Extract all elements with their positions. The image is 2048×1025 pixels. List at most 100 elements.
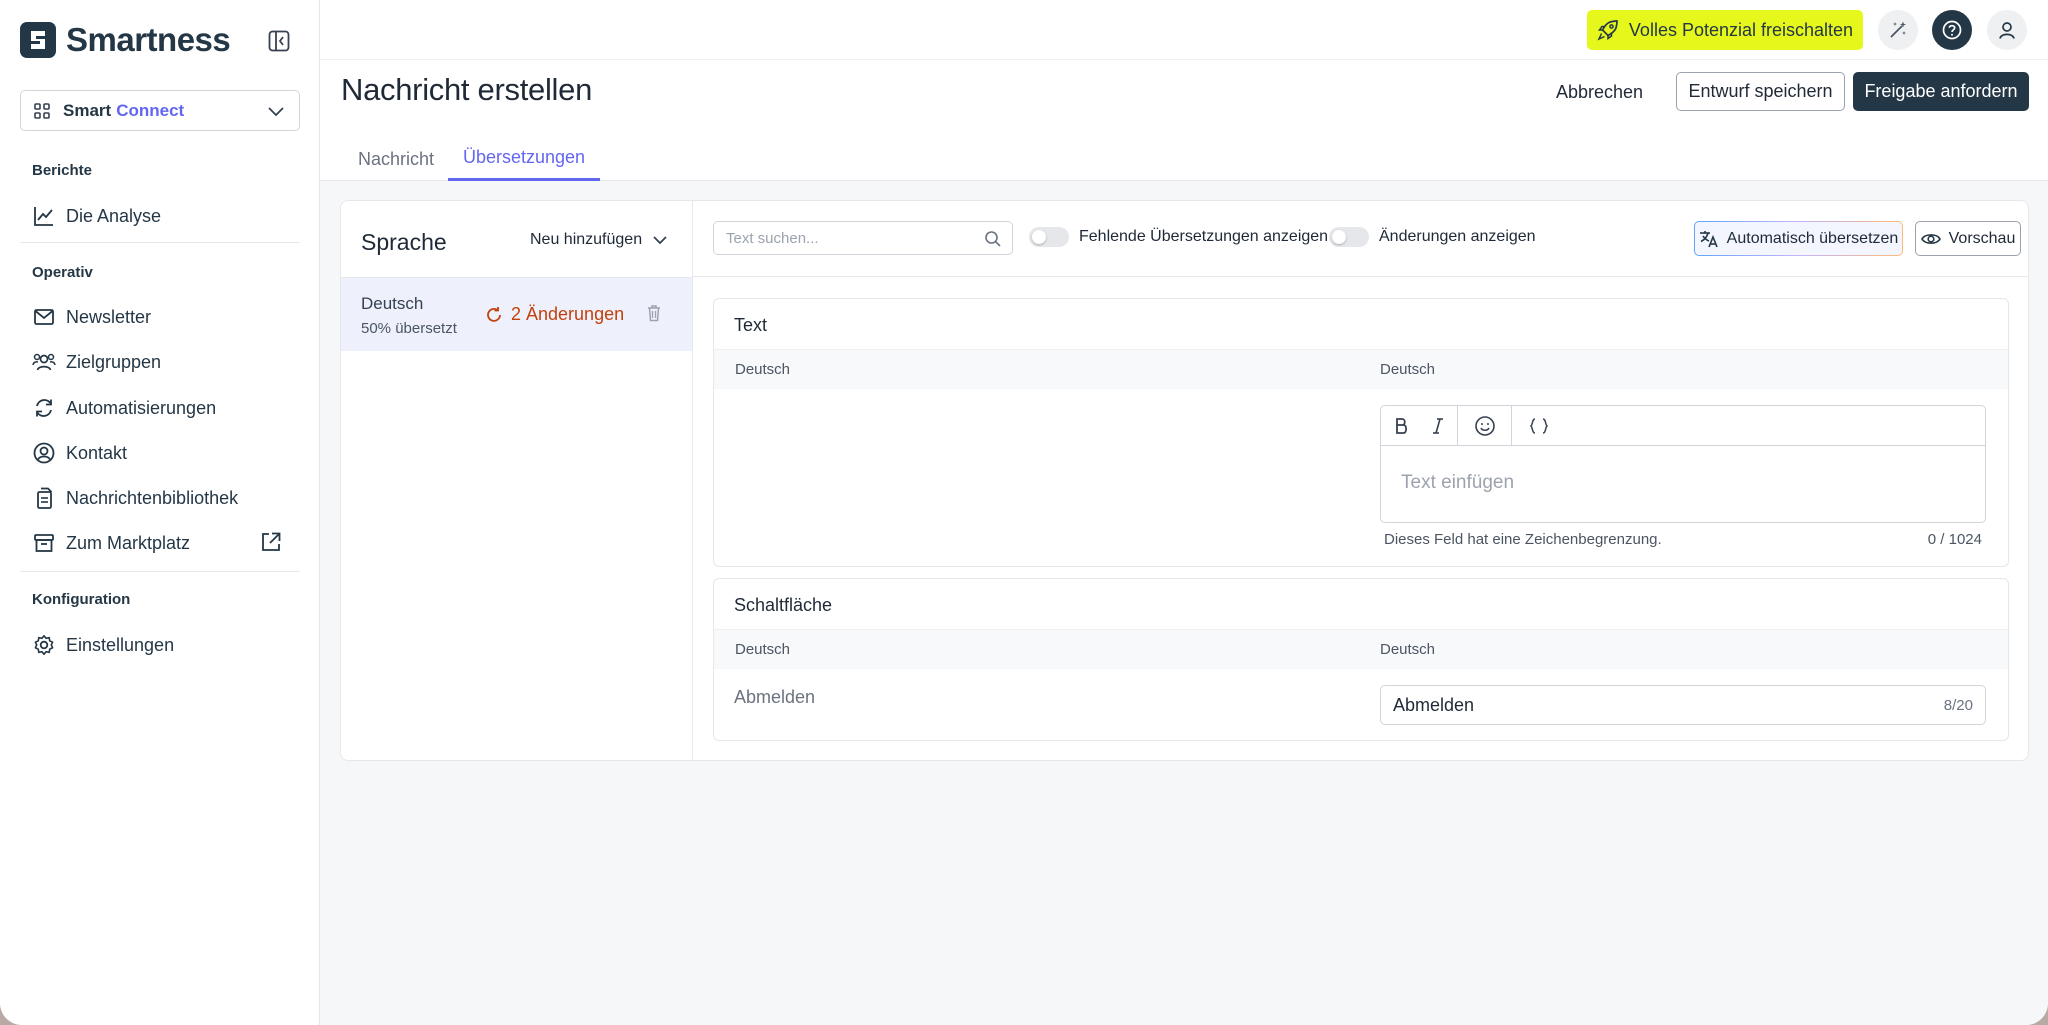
- language-item-deutsch[interactable]: Deutsch 50% übersetzt 2 Änderungen: [341, 277, 692, 351]
- sidebar-item-analysis[interactable]: Die Analyse: [32, 201, 292, 231]
- user-menu-button[interactable]: [1987, 10, 2027, 50]
- language-progress: 50% übersetzt: [361, 320, 457, 337]
- product-name-part2: Connect: [116, 100, 185, 120]
- character-limit-hint: Dieses Feld hat eine Zeichenbegrenzung.: [1384, 531, 1662, 548]
- add-language-button[interactable]: Neu hinzufügen: [530, 231, 668, 249]
- text-editor: Text einfügen: [1380, 405, 1986, 523]
- help-icon: [1942, 20, 1962, 40]
- sidebar-item-label: Zielgruppen: [66, 351, 162, 372]
- button-translation-input[interactable]: [1393, 694, 1913, 716]
- toggle-show-changes[interactable]: Änderungen anzeigen: [1329, 227, 1536, 247]
- toggle-switch[interactable]: [1329, 227, 1369, 247]
- toggle-missing-translations[interactable]: Fehlende Übersetzungen anzeigen: [1029, 227, 1328, 247]
- emoji-icon: [1474, 415, 1495, 436]
- chevron-down-icon: [268, 107, 284, 117]
- request-approval-button[interactable]: Freigabe anfordern: [1853, 72, 2029, 111]
- sidebar-item-label: Automatisierungen: [66, 397, 217, 418]
- language-panel: Sprache Neu hinzufügen Deutsch 50% übers…: [341, 201, 693, 760]
- translate-icon: [1699, 230, 1718, 247]
- store-icon: [32, 531, 56, 555]
- search-input[interactable]: [726, 229, 976, 247]
- column-target-language: Deutsch: [1380, 361, 1436, 378]
- italic-button[interactable]: [1419, 406, 1457, 446]
- sidebar-item-label: Die Analyse: [66, 205, 162, 226]
- tab-message[interactable]: Nachricht: [344, 137, 448, 181]
- cancel-button[interactable]: Abbrechen: [1556, 76, 1643, 108]
- toggle-missing-label: Fehlende Übersetzungen anzeigen: [1079, 228, 1329, 245]
- language-changes-badge: 2 Änderungen: [485, 304, 624, 325]
- section-title: Schaltfläche: [734, 595, 833, 615]
- search-field: [713, 221, 1013, 255]
- brand-logo-icon: [20, 22, 56, 58]
- braces-icon: [1529, 417, 1548, 434]
- users-icon: [32, 350, 56, 374]
- brand[interactable]: Smartness: [20, 20, 231, 60]
- upgrade-button[interactable]: Volles Potenzial freischalten: [1587, 10, 1863, 50]
- refresh-icon: [487, 306, 501, 322]
- sidebar-item-settings[interactable]: Einstellungen: [32, 630, 292, 660]
- language-changes-label: 2 Änderungen: [511, 304, 625, 324]
- tab-translations[interactable]: Übersetzungen: [448, 137, 600, 181]
- help-button[interactable]: [1932, 10, 1972, 50]
- collapse-sidebar-button[interactable]: [266, 28, 292, 54]
- sidebar-item-contact[interactable]: Kontakt: [32, 438, 292, 468]
- emoji-button[interactable]: [1457, 405, 1511, 446]
- product-select[interactable]: Smart Connect: [20, 90, 300, 131]
- auto-translate-label: Automatisch übersetzen: [1726, 229, 1899, 247]
- sidebar-item-label: Kontakt: [66, 442, 128, 463]
- section-text: Text Deutsch Deutsch Text einfügen Diese…: [713, 298, 2009, 567]
- column-source-language: Deutsch: [735, 641, 791, 658]
- italic-icon: [1433, 417, 1443, 434]
- sidebar-item-automations[interactable]: Automatisierungen: [32, 393, 292, 423]
- column-header: Deutsch Deutsch: [714, 629, 2008, 669]
- sidebar-collapse-icon: [268, 30, 290, 52]
- sidebar-item-newsletter[interactable]: Newsletter: [32, 302, 292, 332]
- language-name: Deutsch: [361, 294, 424, 313]
- toggle-switch[interactable]: [1029, 227, 1069, 247]
- delete-language-button[interactable]: [646, 304, 662, 327]
- sidebar-item-library[interactable]: Nachrichtenbibliothek: [32, 483, 292, 513]
- bold-icon: [1396, 417, 1408, 434]
- library-icon: [32, 486, 56, 510]
- rocket-icon: [1597, 20, 1618, 41]
- upgrade-label: Volles Potenzial freischalten: [1628, 19, 1854, 40]
- sidebar-item-marketplace[interactable]: Zum Marktplatz: [32, 528, 292, 558]
- mail-icon: [32, 305, 56, 329]
- chevron-down-icon: [653, 236, 667, 245]
- trash-icon: [648, 305, 660, 322]
- sidebar-item-label: Nachrichtenbibliothek: [66, 487, 239, 508]
- source-text: Abmelden: [734, 687, 816, 707]
- chart-line-icon: [32, 204, 56, 228]
- auto-translate-button[interactable]: Automatisch übersetzen: [1694, 221, 1903, 256]
- page-title: Nachricht erstellen: [341, 72, 593, 107]
- sidebar: Smartness Smart Connect Berichte Die Ana…: [0, 0, 320, 1025]
- section-button: Schaltfläche Deutsch Deutsch Abmelden 8/…: [713, 578, 2009, 741]
- user-icon: [1999, 22, 2015, 39]
- eye-icon: [1920, 233, 1941, 244]
- nav-section-configuration: Konfiguration: [32, 591, 131, 608]
- user-circle-icon: [32, 441, 56, 465]
- external-link-icon: [260, 531, 282, 558]
- nav-section-operative: Operativ: [32, 264, 93, 281]
- toggle-changes-label: Änderungen anzeigen: [1379, 228, 1536, 245]
- text-editor-body[interactable]: Text einfügen: [1381, 446, 1985, 520]
- search-icon: [985, 231, 1001, 247]
- sidebar-item-label: Einstellungen: [66, 634, 175, 655]
- magic-wand-icon: [1890, 21, 1906, 38]
- product-name-part1: Smart: [63, 100, 112, 120]
- tab-bar: Nachricht Übersetzungen: [320, 137, 2048, 181]
- sidebar-item-audiences[interactable]: Zielgruppen: [32, 347, 292, 377]
- save-draft-button[interactable]: Entwurf speichern: [1676, 72, 1845, 111]
- add-language-label: Neu hinzufügen: [530, 231, 643, 248]
- character-count: 0 / 1024: [1927, 531, 1982, 548]
- bold-button[interactable]: [1383, 406, 1419, 446]
- variable-button[interactable]: [1511, 405, 1565, 446]
- magic-tools-button[interactable]: [1878, 10, 1918, 50]
- preview-button[interactable]: Vorschau: [1915, 221, 2021, 256]
- nav-divider: [20, 571, 300, 572]
- app-window: Smartness Smart Connect Berichte Die Ana…: [0, 0, 2048, 1025]
- character-count: 8/20: [1943, 697, 1973, 714]
- grid-icon: [34, 102, 50, 119]
- translations-card: Sprache Neu hinzufügen Deutsch 50% übers…: [340, 200, 2029, 761]
- brand-name: Smartness: [66, 21, 231, 58]
